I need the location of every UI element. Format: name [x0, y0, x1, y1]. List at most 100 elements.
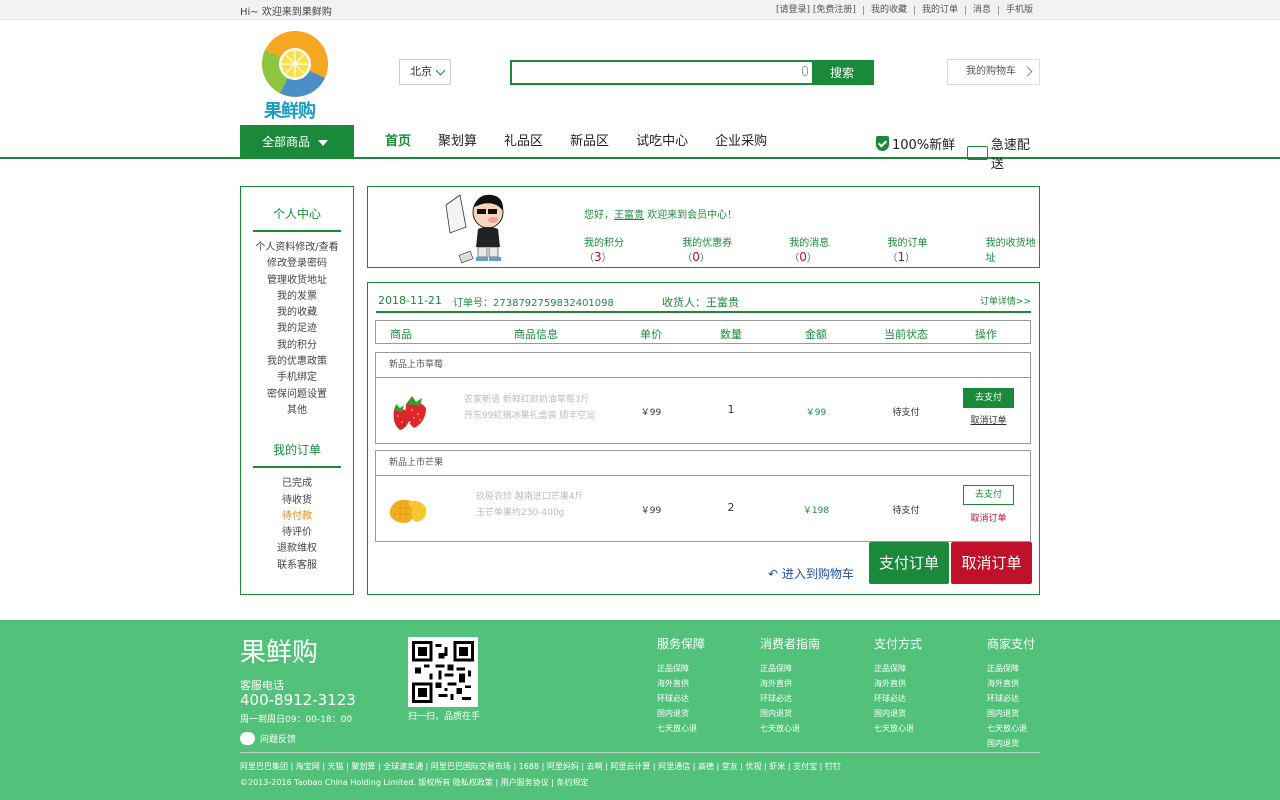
sidebar-menu-item[interactable]: 手机绑定 [241, 370, 353, 386]
sidebar-order-item[interactable]: 待付款 [241, 509, 353, 525]
footer-link-list: 正品保障 海外直供 环球必达 国内退货 七天放心退 国内退货 [987, 661, 1035, 751]
favorites-link[interactable]: 我的收藏 [862, 5, 914, 15]
item-pay-button[interactable]: 去支付 [963, 388, 1014, 408]
footer-link[interactable]: 国内退货 [760, 706, 820, 721]
sidebar-menu-item[interactable]: 其他 [241, 403, 353, 419]
sidebar-order-item[interactable]: 退款维权 [241, 541, 353, 557]
footer-link[interactable]: 七天放心退 [874, 721, 922, 736]
col-header-action: 操作 [975, 328, 997, 341]
stat-orders-value: 1 [897, 250, 906, 264]
footer-link[interactable]: 海外直供 [657, 676, 705, 691]
chevron-right-icon [1022, 66, 1033, 77]
stat-orders[interactable]: 我的订单（1） [887, 234, 947, 264]
nav-item-trial[interactable]: 试吃中心 [636, 125, 688, 159]
feedback-link[interactable]: 问题反馈 [240, 732, 296, 745]
cart-button[interactable]: 我的购物车 [947, 59, 1040, 85]
nav-item-group-buy[interactable]: 聚划算 [438, 125, 477, 159]
sidebar-menu-item[interactable]: 密保问题设置 [241, 387, 353, 403]
my-orders-link[interactable]: 我的订单 [913, 5, 965, 15]
footer-link[interactable]: 国内退货 [987, 736, 1035, 751]
back-to-cart-label: 进入到购物车 [781, 567, 854, 581]
footer-link[interactable]: 环球必达 [874, 691, 922, 706]
order-header: 2018-11-21 订单号：2738792759832401098 收货人：王… [376, 291, 1031, 313]
shield-check-icon [876, 136, 889, 151]
footer-link[interactable]: 海外直供 [760, 676, 820, 691]
footer-link[interactable]: 正品保障 [760, 661, 820, 676]
sidebar-order-item[interactable]: 待收货 [241, 493, 353, 509]
footer-copyright: ©2013-2016 Taobao China Holding Limited.… [240, 778, 589, 787]
stat-coupons[interactable]: 我的优惠券（0） [682, 234, 751, 264]
item-description[interactable]: 农家新语 新鲜红颜奶油草莓3斤 丹东99虹摘冰果礼盒装 顺丰空运 [464, 392, 595, 424]
sidebar-menu-item[interactable]: 我的足迹 [241, 321, 353, 337]
footer-link[interactable]: 国内退货 [657, 706, 705, 721]
footer-link[interactable]: 海外直供 [987, 676, 1035, 691]
item-amount: ￥198 [802, 506, 830, 516]
footer-column-title: 服务保障 [657, 637, 706, 651]
footer-column-guide: 消费者指南 正品保障 海外直供 环球必达 国内退货 七天放心退 [760, 635, 820, 736]
city-label: 北京 [410, 65, 432, 78]
footer-tel: 400-8912-3123 [240, 691, 356, 709]
item-category: 新品上市草莓 [376, 353, 1030, 378]
nav-item-new[interactable]: 新品区 [570, 125, 609, 159]
footer-link[interactable]: 七天放心退 [760, 721, 820, 736]
footer-link[interactable]: 环球必达 [987, 691, 1035, 706]
col-header-product: 商品 [390, 328, 412, 341]
sidebar-order-item[interactable]: 已完成 [241, 476, 353, 492]
main-content: 个人中心 个人资料修改/查看 修改登录密码 管理收货地址 我的发票 我的收藏 我的足迹 我的… [0, 159, 1280, 619]
sidebar-menu-item[interactable]: 我的积分 [241, 338, 353, 354]
footer-link[interactable]: 国内退货 [874, 706, 922, 721]
footer-link[interactable]: 国内退货 [987, 706, 1035, 721]
order-number: 订单号：2738792759832401098 [453, 298, 614, 309]
sidebar-order-item[interactable]: 联系客服 [241, 558, 353, 574]
sidebar-menu-item[interactable]: 修改登录密码 [241, 256, 353, 272]
footer-link[interactable]: 正品保障 [987, 661, 1035, 676]
city-selector[interactable]: 北京 [399, 59, 451, 85]
footer-link[interactable]: 正品保障 [874, 661, 922, 676]
microphone-icon[interactable] [802, 66, 808, 76]
stat-points[interactable]: 我的积分（3） [584, 234, 644, 264]
footer-column-merchant: 商家支付 正品保障 海外直供 环球必达 国内退货 七天放心退 国内退货 [987, 635, 1035, 751]
qr-code [408, 637, 478, 707]
item-desc-line1: 玖原农珍 越南进口芒果4斤 [476, 492, 584, 502]
sidebar-order-item[interactable]: 待评价 [241, 525, 353, 541]
strawberry-image[interactable] [386, 390, 430, 434]
pay-order-button[interactable]: 支付订单 [869, 542, 949, 584]
nav-item-home[interactable]: 首页 [385, 125, 411, 159]
item-cancel-link[interactable]: 取消订单 [963, 511, 1014, 524]
footer-link[interactable]: 七天放心退 [657, 721, 705, 736]
footer-link[interactable]: 海外直供 [874, 676, 922, 691]
item-pay-button[interactable]: 去支付 [963, 485, 1014, 505]
messages-link[interactable]: 消息 [964, 5, 998, 15]
order-detail-link[interactable]: 订单详情>> [980, 294, 1031, 307]
sidebar-menu-item[interactable]: 我的发票 [241, 289, 353, 305]
item-desc-line2: 丹东99虹摘冰果礼盒装 顺丰空运 [464, 411, 596, 421]
order-item: 新品上市草莓 农家新语 新鲜红颜奶油草莓3斤 丹东99虹摘冰果礼盒装 顺丰空运 … [375, 352, 1031, 444]
username-link[interactable]: 王富贵 [614, 210, 644, 221]
col-header-info: 商品信息 [514, 328, 558, 341]
footer-link[interactable]: 正品保障 [657, 661, 705, 676]
footer-link[interactable]: 环球必达 [657, 691, 705, 706]
sidebar-menu-item[interactable]: 我的收藏 [241, 305, 353, 321]
stat-messages[interactable]: 我的消息（0） [789, 234, 849, 264]
order-receiver: 收货人：王富贵 [662, 296, 739, 309]
item-description[interactable]: 玖原农珍 越南进口芒果4斤 玉芒单果约230-400g [476, 489, 584, 521]
footer-partner-links[interactable]: 阿里巴巴集团 | 淘宝网 | 天猫 | 聚划算 | 全球速卖通 | 阿里巴巴国际… [240, 761, 841, 772]
search-button[interactable]: 搜索 [812, 60, 872, 85]
back-to-cart-link[interactable]: ↶ 进入到购物车 [768, 565, 854, 582]
search-input[interactable] [512, 62, 812, 83]
nav-item-enterprise[interactable]: 企业采购 [715, 125, 767, 159]
sidebar-menu-item[interactable]: 个人资料修改/查看 [241, 240, 353, 256]
cancel-order-button[interactable]: 取消订单 [951, 542, 1032, 584]
login-register-link[interactable]: [请登录] [免费注册] [769, 5, 863, 15]
mobile-link[interactable]: 手机版 [997, 5, 1040, 15]
order-item: 新品上市芒果 玖原农珍 越南进口芒果4斤 玉芒单果约230-400g ￥99 2… [375, 450, 1031, 542]
sidebar-menu-item[interactable]: 我的优惠政策 [241, 354, 353, 370]
mango-image[interactable] [386, 488, 430, 532]
footer-link[interactable]: 环球必达 [760, 691, 820, 706]
nav-item-gifts[interactable]: 礼品区 [504, 125, 543, 159]
item-cancel-link[interactable]: 取消订单 [963, 413, 1014, 426]
stat-addresses[interactable]: 我的收货地址 [986, 234, 1039, 264]
footer-link[interactable]: 七天放心退 [987, 721, 1035, 736]
sidebar-menu-item[interactable]: 管理收货地址 [241, 273, 353, 289]
all-categories-button[interactable]: 全部商品 [240, 125, 354, 159]
